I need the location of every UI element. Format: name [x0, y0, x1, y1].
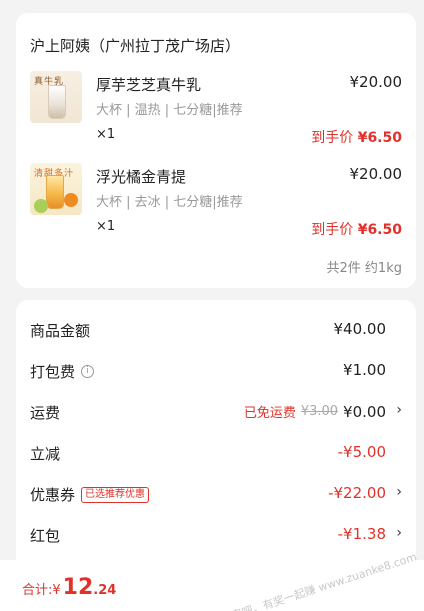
product-thumbnail: 清甜多汁	[30, 163, 82, 215]
product-thumbnail: 真牛乳	[30, 71, 82, 123]
chevron-right-icon[interactable]: ›	[396, 484, 402, 500]
product-name: 厚芋芝芝真牛乳	[96, 76, 202, 94]
fee-value: -¥22.00	[328, 484, 386, 502]
final-price-label: 到手价	[311, 222, 354, 238]
final-price: 到手价 ¥6.50	[311, 219, 402, 239]
product-item[interactable]: 真牛乳 厚芋芝芝真牛乳 大杯 | 温热 | 七分糖|推荐 ×1 ¥20.00 到…	[30, 71, 402, 171]
fee-value: -¥5.00	[337, 443, 386, 461]
product-quantity: ×1	[96, 127, 116, 142]
fee-label: 红包	[30, 527, 61, 545]
product-name: 浮光橘金青提	[96, 168, 187, 186]
fee-label: 打包费	[30, 363, 76, 381]
coupon-badge: 已选推荐优惠	[81, 486, 150, 503]
fee-label: 运费	[30, 404, 61, 422]
fee-value: -¥1.38	[337, 525, 386, 543]
store-name[interactable]: 沪上阿姨（广州拉丁茂广场店）	[30, 35, 240, 56]
grape-icon	[34, 199, 48, 213]
free-shipping-note: 已免运费	[243, 406, 296, 421]
chevron-right-icon[interactable]: ›	[396, 525, 402, 541]
fee-row-reduce: 立减 -¥5.00	[30, 443, 402, 469]
product-spec: 大杯 | 温热 | 七分糖|推荐	[96, 103, 243, 118]
fee-label: 优惠券	[30, 486, 76, 504]
currency-symbol: ¥	[52, 583, 61, 598]
product-price: ¥20.00	[349, 165, 403, 183]
fee-card: 商品金额 ¥40.00 打包费 i ¥1.00 运费 已免运费 ¥3.00 ¥0…	[16, 300, 416, 590]
original-shipping-fee: ¥3.00	[300, 404, 339, 419]
fee-row-shipping[interactable]: 运费 已免运费 ¥3.00 ¥0.00 ›	[30, 402, 402, 428]
final-price: 到手价 ¥6.50	[311, 127, 402, 147]
product-price: ¥20.00	[349, 73, 403, 91]
orange-icon	[64, 193, 78, 207]
final-price-label: 到手价	[311, 130, 354, 146]
total-decimal: .24	[93, 583, 117, 598]
fee-row-redpack[interactable]: 红包 -¥1.38 ›	[30, 525, 402, 551]
fee-row-goods: 商品金额 ¥40.00	[30, 320, 402, 346]
fee-label: 立减	[30, 445, 61, 463]
cup-image	[48, 85, 66, 119]
fee-value: ¥1.00	[343, 361, 386, 379]
store-card: 沪上阿姨（广州拉丁茂广场店） 真牛乳 厚芋芝芝真牛乳 大杯 | 温热 | 七分糖…	[16, 13, 416, 288]
final-price-amount: ¥6.50	[357, 222, 402, 238]
fee-value: ¥40.00	[333, 320, 387, 338]
fee-row-pack: 打包费 i ¥1.00	[30, 361, 402, 387]
product-item[interactable]: 清甜多汁 浮光橘金青提 大杯 | 去冰 | 七分糖|推荐 ×1 ¥20.00 到…	[30, 163, 402, 263]
product-spec: 大杯 | 去冰 | 七分糖|推荐	[96, 195, 243, 210]
total-amount: 合计: ¥ 12 .24	[22, 575, 116, 600]
fee-label: 商品金额	[30, 322, 91, 340]
product-quantity: ×1	[96, 219, 116, 234]
fee-row-coupon[interactable]: 优惠券 已选推荐优惠 -¥22.00 ›	[30, 484, 402, 510]
total-integer: 12	[62, 575, 94, 600]
final-price-amount: ¥6.50	[357, 130, 402, 146]
cup-image	[46, 175, 64, 209]
chevron-right-icon[interactable]: ›	[396, 402, 402, 418]
total-label: 合计:	[22, 583, 53, 598]
order-summary: 共2件 约1kg	[326, 261, 402, 276]
info-icon[interactable]: i	[81, 365, 95, 378]
fee-value: ¥0.00	[343, 402, 386, 421]
